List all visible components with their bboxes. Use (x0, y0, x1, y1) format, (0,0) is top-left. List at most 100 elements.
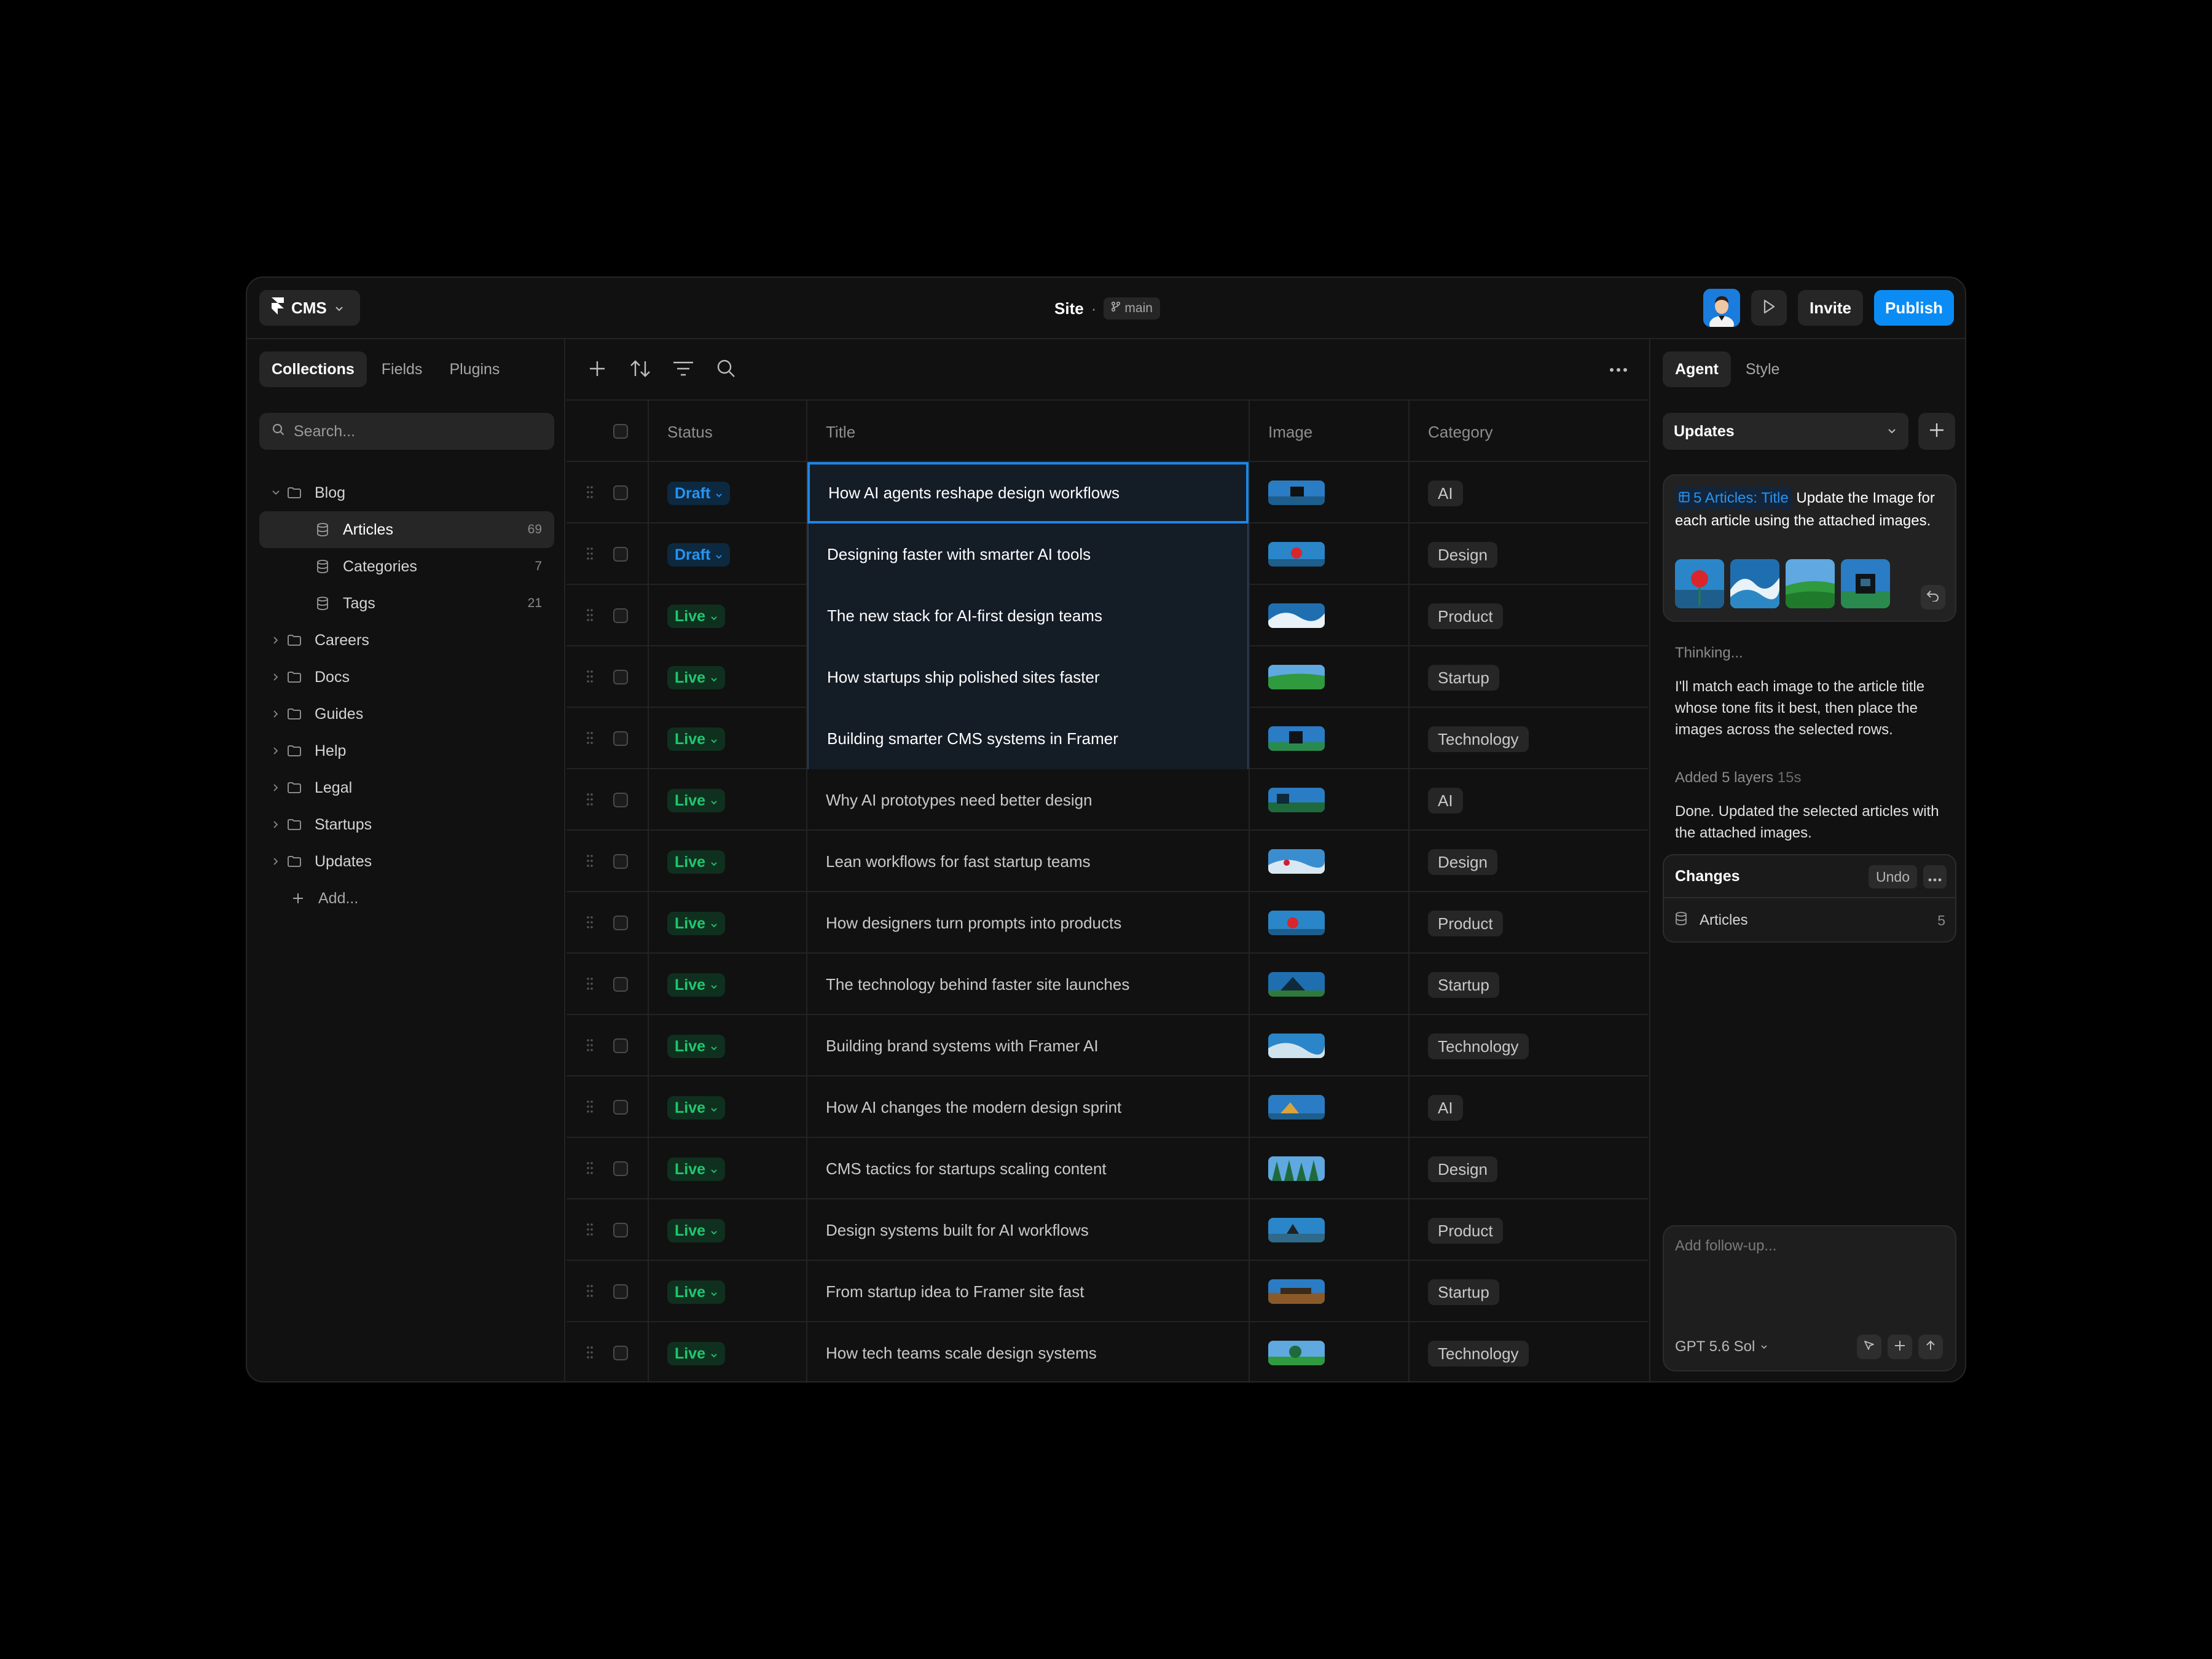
drag-handle-icon[interactable] (586, 916, 594, 932)
drag-handle-icon[interactable] (586, 793, 594, 809)
chevron-right-icon[interactable] (267, 672, 285, 682)
model-select[interactable]: GPT 5.6 Sol (1675, 1338, 1768, 1355)
row-checkbox[interactable] (613, 977, 628, 992)
row-checkbox[interactable] (613, 916, 628, 930)
status-badge[interactable]: Live (667, 605, 726, 628)
attached-image-hills[interactable] (1786, 559, 1835, 608)
pointer-button[interactable] (1857, 1335, 1881, 1359)
chevron-right-icon[interactable] (267, 820, 285, 830)
category-tag[interactable]: Technology (1428, 1341, 1529, 1367)
row-checkbox[interactable] (613, 1161, 628, 1176)
filter-button[interactable] (671, 358, 696, 382)
search-input[interactable]: Search... (259, 413, 554, 450)
followup-input[interactable]: Add follow-up... GPT 5.6 Sol (1663, 1225, 1956, 1371)
table-row[interactable]: Live How AI changes the modern design spr… (567, 1077, 1648, 1138)
title-cell[interactable]: Building smarter CMS systems in Framer (807, 708, 1249, 769)
tab-plugins[interactable]: Plugins (437, 351, 512, 387)
image-thumbnail[interactable] (1268, 1033, 1325, 1058)
table-row[interactable]: Live How tech teams scale design systems T… (567, 1322, 1648, 1381)
table-row[interactable]: Live CMS tactics for startups scaling con… (567, 1138, 1648, 1199)
chevron-right-icon[interactable] (267, 783, 285, 793)
attached-image-monolith[interactable] (1841, 559, 1890, 608)
add-item-button[interactable] (585, 358, 610, 382)
row-checkbox[interactable] (613, 547, 628, 562)
table-row[interactable]: Live Design systems built for AI workflow… (567, 1199, 1648, 1261)
category-tag[interactable]: AI (1428, 480, 1463, 506)
drag-handle-icon[interactable] (586, 1161, 594, 1178)
user-avatar[interactable] (1703, 289, 1740, 327)
image-thumbnail[interactable] (1268, 1341, 1325, 1365)
new-conversation-button[interactable] (1918, 413, 1955, 450)
publish-button[interactable]: Publish (1874, 290, 1954, 326)
table-row[interactable]: Live Building smarter CMS systems in Fram… (567, 708, 1648, 769)
column-title[interactable]: Title (826, 423, 855, 442)
drag-handle-icon[interactable] (586, 1100, 594, 1116)
sidebar-item-tags[interactable]: Tags 21 (259, 585, 554, 622)
title-cell[interactable]: Design systems built for AI workflows (807, 1199, 1249, 1261)
preview-button[interactable] (1751, 290, 1787, 326)
attached-image-flower[interactable] (1675, 559, 1724, 608)
image-thumbnail[interactable] (1268, 972, 1325, 997)
column-status[interactable]: Status (667, 423, 713, 442)
status-badge[interactable]: Live (667, 789, 726, 812)
attach-button[interactable] (1888, 1335, 1912, 1359)
row-checkbox[interactable] (613, 1284, 628, 1299)
category-tag[interactable]: Technology (1428, 726, 1529, 752)
status-badge[interactable]: Live (667, 912, 726, 935)
table-search-button[interactable] (714, 358, 739, 382)
table-row[interactable]: Live Why AI prototypes need better design… (567, 769, 1648, 831)
status-badge[interactable]: Draft (667, 543, 731, 567)
row-checkbox[interactable] (613, 1223, 628, 1237)
drag-handle-icon[interactable] (586, 1346, 594, 1362)
category-tag[interactable]: Product (1428, 911, 1503, 936)
tab-collections[interactable]: Collections (259, 351, 367, 387)
title-cell[interactable]: Lean workflows for fast startup teams (807, 831, 1249, 892)
category-tag[interactable]: Technology (1428, 1033, 1529, 1059)
status-badge[interactable]: Live (667, 666, 726, 689)
image-thumbnail[interactable] (1268, 1279, 1325, 1304)
table-row[interactable]: Live How startups ship polished sites fas… (567, 646, 1648, 708)
drag-handle-icon[interactable] (586, 1284, 594, 1301)
table-row[interactable]: Live The technology behind faster site la… (567, 954, 1648, 1015)
title-cell[interactable]: Building brand systems with Framer AI (807, 1015, 1249, 1077)
tab-fields[interactable]: Fields (369, 351, 435, 387)
site-label[interactable]: Site (1054, 299, 1084, 318)
category-tag[interactable]: Startup (1428, 665, 1499, 691)
chevron-right-icon[interactable] (267, 857, 285, 866)
title-cell[interactable]: How AI agents reshape design workflows (807, 462, 1249, 524)
chevron-down-icon[interactable] (267, 489, 285, 496)
title-cell[interactable]: Designing faster with smarter AI tools (807, 524, 1249, 585)
status-badge[interactable]: Live (667, 1035, 726, 1058)
sidebar-item-articles[interactable]: Articles 69 (259, 511, 554, 548)
status-badge[interactable]: Live (667, 850, 726, 874)
image-thumbnail[interactable] (1268, 911, 1325, 935)
sidebar-item-blog[interactable]: Blog (259, 474, 554, 511)
sidebar-item-docs[interactable]: Docs (259, 659, 554, 696)
image-thumbnail[interactable] (1268, 1095, 1325, 1120)
changes-more-button[interactable] (1923, 865, 1947, 888)
table-row[interactable]: Draft How AI agents reshape design workfl… (567, 462, 1648, 524)
drag-handle-icon[interactable] (586, 485, 594, 502)
title-cell[interactable]: From startup idea to Framer site fast (807, 1261, 1249, 1322)
drag-handle-icon[interactable] (586, 1223, 594, 1239)
drag-handle-icon[interactable] (586, 670, 594, 686)
sidebar-item-startups[interactable]: Startups (259, 806, 554, 843)
conversation-select[interactable]: Updates (1663, 413, 1908, 450)
category-tag[interactable]: Design (1428, 1156, 1497, 1182)
status-badge[interactable]: Draft (667, 482, 731, 505)
category-tag[interactable]: Design (1428, 849, 1497, 875)
drag-handle-icon[interactable] (586, 731, 594, 748)
image-thumbnail[interactable] (1268, 1218, 1325, 1242)
title-cell[interactable]: The technology behind faster site launch… (807, 954, 1249, 1015)
status-badge[interactable]: Live (667, 728, 726, 751)
image-thumbnail[interactable] (1268, 480, 1325, 505)
title-cell[interactable]: How startups ship polished sites faster (807, 646, 1249, 708)
status-badge[interactable]: Live (667, 1158, 726, 1181)
table-row[interactable]: Live How designers turn prompts into prod… (567, 892, 1648, 954)
category-tag[interactable]: Design (1428, 542, 1497, 568)
select-all-checkbox[interactable] (613, 424, 628, 439)
title-cell[interactable]: CMS tactics for startups scaling content (807, 1138, 1249, 1199)
column-image[interactable]: Image (1268, 423, 1312, 442)
drag-handle-icon[interactable] (586, 977, 594, 994)
revert-button[interactable] (1921, 585, 1945, 610)
